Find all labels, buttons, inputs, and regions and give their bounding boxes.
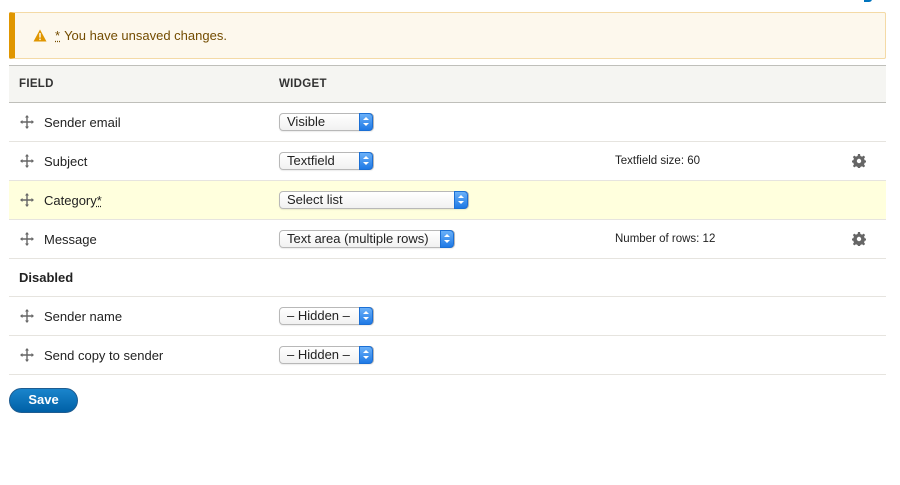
- gear-icon[interactable]: [852, 232, 866, 246]
- widget-select-value: – Hidden –: [287, 308, 350, 323]
- widget-select-value: Select list: [287, 192, 343, 207]
- widget-select-value: Visible: [287, 114, 326, 129]
- save-button[interactable]: Save: [9, 388, 78, 413]
- drag-handle-icon[interactable]: [20, 309, 34, 323]
- field-widget-table: FIELD WIDGET Sender email Visible Subjec…: [9, 65, 886, 375]
- table-row-sender-email: Sender email Visible: [9, 103, 886, 142]
- widget-select-value: Textfield: [287, 153, 335, 168]
- select-arrows-icon: [359, 346, 373, 364]
- drag-handle-icon[interactable]: [20, 348, 34, 362]
- field-name-text: Category: [44, 192, 97, 208]
- select-arrows-icon: [440, 230, 454, 248]
- widget-select[interactable]: Select list: [279, 191, 469, 209]
- table-row-subject: Subject Textfield Textfield size: 60: [9, 142, 886, 181]
- select-arrows-icon: [359, 307, 373, 325]
- field-name: Sender email: [44, 114, 121, 130]
- table-header: FIELD WIDGET: [9, 65, 886, 103]
- table-row-send-copy: Send copy to sender – Hidden –: [9, 336, 886, 375]
- table-row-sender-name: Sender name – Hidden –: [9, 297, 886, 336]
- widget-select[interactable]: Visible: [279, 113, 374, 131]
- top-right-partial-icon: [864, 0, 872, 2]
- select-arrows-icon: [359, 152, 373, 170]
- field-name: Category*: [44, 193, 102, 208]
- gear-icon[interactable]: [852, 154, 866, 168]
- widget-select[interactable]: Textfield: [279, 152, 374, 170]
- unsaved-star: *: [55, 28, 61, 43]
- table-row-message: Message Text area (multiple rows) Number…: [9, 220, 886, 259]
- field-column-header: FIELD: [19, 78, 54, 90]
- warning-message: * You have unsaved changes.: [9, 12, 886, 59]
- widget-column-header: WIDGET: [279, 78, 327, 90]
- widget-summary: Textfield size: 60: [615, 155, 701, 167]
- widget-select-value: Text area (multiple rows): [287, 231, 429, 246]
- drag-handle-icon[interactable]: [20, 193, 34, 207]
- field-name: Sender name: [44, 308, 123, 324]
- widget-select[interactable]: – Hidden –: [279, 346, 374, 364]
- select-arrows-icon: [454, 191, 468, 209]
- drag-handle-icon[interactable]: [20, 115, 34, 129]
- widget-select[interactable]: Text area (multiple rows): [279, 230, 455, 248]
- drag-handle-icon[interactable]: [20, 232, 34, 246]
- warning-icon: [33, 29, 47, 42]
- widget-select-value: – Hidden –: [287, 347, 350, 362]
- select-arrows-icon: [359, 113, 373, 131]
- widget-summary: Number of rows: 12: [615, 233, 716, 245]
- unsaved-text: You have unsaved changes.: [64, 28, 227, 43]
- changed-marker: *: [96, 192, 102, 208]
- field-name: Message: [44, 231, 97, 247]
- disabled-region-title: Disabled: [9, 259, 886, 297]
- field-name: Send copy to sender: [44, 347, 164, 363]
- drag-handle-icon[interactable]: [20, 154, 34, 168]
- widget-select[interactable]: – Hidden –: [279, 307, 374, 325]
- table-row-category: Category* Select list: [9, 181, 886, 220]
- field-name: Subject: [44, 153, 88, 169]
